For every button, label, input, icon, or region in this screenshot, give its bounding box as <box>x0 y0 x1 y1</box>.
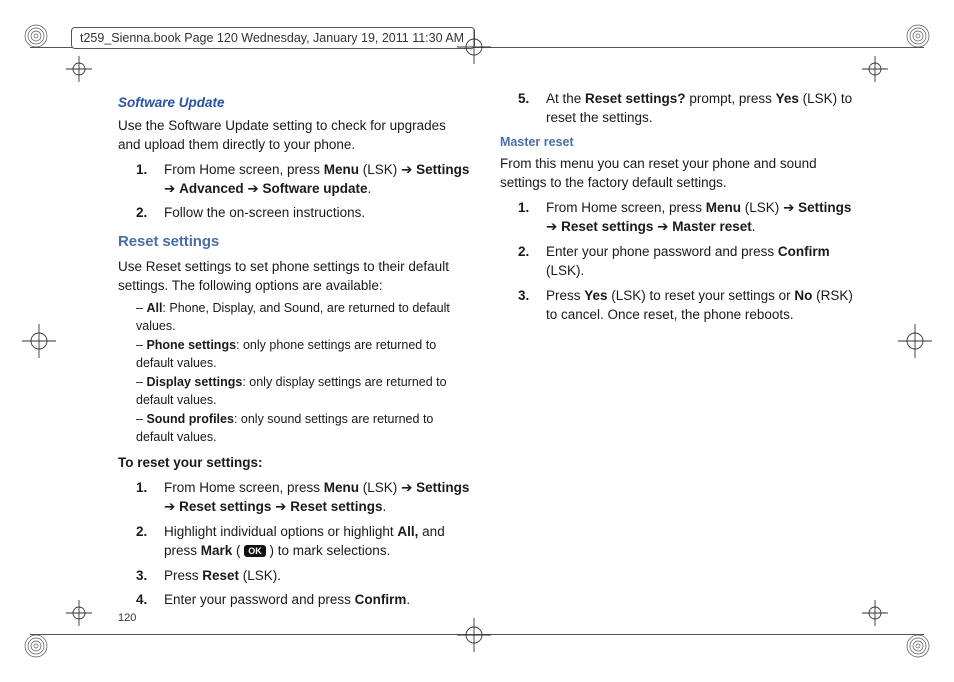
list-item: Highlight individual options or highligh… <box>162 523 472 561</box>
paragraph: Use Reset settings to set phone settings… <box>118 258 472 296</box>
list-item: Follow the on-screen instructions. <box>162 204 472 223</box>
dash-list: – All: Phone, Display, and Sound, are re… <box>136 300 472 446</box>
crop-mark-icon <box>904 632 932 660</box>
text: Reset settings <box>561 219 653 234</box>
crop-mark-icon <box>904 22 932 50</box>
text: Mark <box>201 543 233 558</box>
registration-mark-icon <box>457 618 491 652</box>
text: (LSK) <box>741 200 783 215</box>
text: (LSK). <box>546 263 584 278</box>
arrow-icon: ➔ <box>164 181 175 196</box>
text: Menu <box>324 162 359 177</box>
list-item: – Phone settings: only phone settings ar… <box>136 337 472 372</box>
text: Software update <box>262 181 367 196</box>
ordered-list: From Home screen, press Menu (LSK) ➔ Set… <box>118 161 472 224</box>
text: Enter your password and press <box>164 592 355 607</box>
page-content: Software Update Use the Software Update … <box>118 90 854 617</box>
text: Confirm <box>778 244 830 259</box>
list-item: Press Yes (LSK) to reset your settings o… <box>544 287 854 325</box>
text: Advanced <box>179 181 244 196</box>
text: Settings <box>416 480 469 495</box>
registration-mark-icon <box>862 56 888 82</box>
text: ( <box>232 543 244 558</box>
list-item: From Home screen, press Menu (LSK) ➔ Set… <box>544 199 854 237</box>
arrow-icon: ➔ <box>546 219 557 234</box>
text: (LSK) to reset your settings or <box>608 288 795 303</box>
arrow-icon: ➔ <box>247 181 258 196</box>
registration-mark-icon <box>66 600 92 626</box>
list-item: At the Reset settings? prompt, press Yes… <box>544 90 854 128</box>
text: Confirm <box>355 592 407 607</box>
text: Sound profiles <box>146 412 234 426</box>
text: All <box>146 301 162 315</box>
text: ) to mark selections. <box>266 543 391 558</box>
ordered-list: From Home screen, press Menu (LSK) ➔ Set… <box>500 199 854 324</box>
text: . <box>406 592 410 607</box>
list-item: Press Reset (LSK). <box>162 567 472 586</box>
header-box: t259_Sienna.book Page 120 Wednesday, Jan… <box>71 27 475 49</box>
paragraph: Use the Software Update setting to check… <box>118 117 472 155</box>
list-item: – Display settings: only display setting… <box>136 374 472 409</box>
arrow-icon: ➔ <box>401 480 412 495</box>
text: Reset <box>202 568 239 583</box>
text: From Home screen, press <box>164 480 324 495</box>
text: Reset settings <box>179 499 271 514</box>
heading-software-update: Software Update <box>118 94 472 113</box>
text: Settings <box>416 162 469 177</box>
text: From Home screen, press <box>164 162 324 177</box>
registration-mark-icon <box>862 600 888 626</box>
text: Phone settings <box>146 338 236 352</box>
text: Menu <box>324 480 359 495</box>
text: (LSK). <box>239 568 281 583</box>
crop-mark-icon <box>22 632 50 660</box>
text: Menu <box>706 200 741 215</box>
text: prompt, press <box>686 91 776 106</box>
registration-mark-icon <box>457 30 491 64</box>
text: Yes <box>776 91 799 106</box>
arrow-icon: ➔ <box>275 499 286 514</box>
arrow-icon: ➔ <box>164 499 175 514</box>
text: Reset settings? <box>585 91 686 106</box>
crop-mark-icon <box>22 22 50 50</box>
text: (LSK) <box>359 162 401 177</box>
heading-master-reset: Master reset <box>500 134 854 152</box>
text: Highlight individual options or highligh… <box>164 524 397 539</box>
list-item: Enter your password and press Confirm. <box>162 591 472 610</box>
text: : Phone, Display, and Sound, are returne… <box>136 301 450 333</box>
list-item: From Home screen, press Menu (LSK) ➔ Set… <box>162 161 472 199</box>
arrow-icon: ➔ <box>401 162 412 177</box>
text: Press <box>164 568 202 583</box>
text: Settings <box>798 200 851 215</box>
ok-button-icon: OK <box>244 545 266 557</box>
list-item: From Home screen, press Menu (LSK) ➔ Set… <box>162 479 472 517</box>
paragraph: From this menu you can reset your phone … <box>500 155 854 193</box>
list-item: – All: Phone, Display, and Sound, are re… <box>136 300 472 335</box>
arrow-icon: ➔ <box>783 200 794 215</box>
arrow-icon: ➔ <box>657 219 668 234</box>
text: No <box>794 288 812 303</box>
text: Press <box>546 288 584 303</box>
text: Yes <box>584 288 607 303</box>
text: (LSK) <box>359 480 401 495</box>
paragraph: To reset your settings: <box>118 454 472 473</box>
text: Reset settings <box>290 499 382 514</box>
list-item: Enter your phone password and press Conf… <box>544 243 854 281</box>
registration-mark-icon <box>898 324 932 358</box>
text: Enter your phone password and press <box>546 244 778 259</box>
text: At the <box>546 91 585 106</box>
heading-reset-settings: Reset settings <box>118 231 472 252</box>
text: Master reset <box>672 219 752 234</box>
text: From Home screen, press <box>546 200 706 215</box>
registration-mark-icon <box>66 56 92 82</box>
registration-mark-icon <box>22 324 56 358</box>
list-item: – Sound profiles: only sound settings ar… <box>136 411 472 446</box>
text: All, <box>397 524 418 539</box>
text: Display settings <box>146 375 242 389</box>
